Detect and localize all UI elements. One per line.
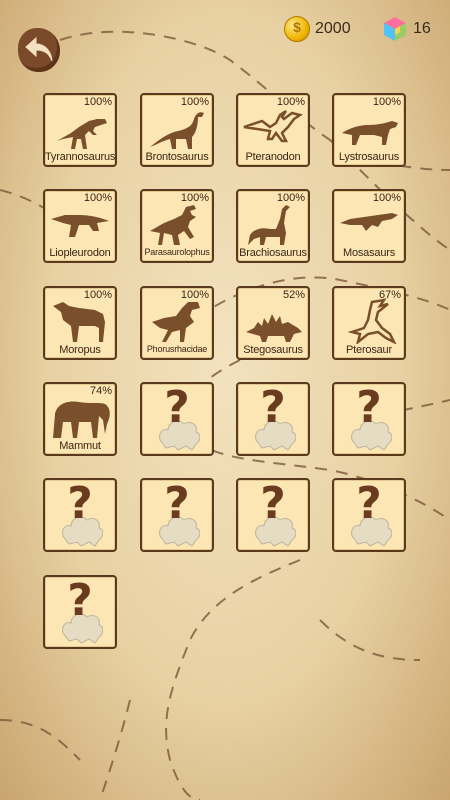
dino-tile-parasaurolophus[interactable]: 100% Parasaurolophus [140, 189, 214, 263]
back-button[interactable] [18, 28, 60, 72]
dino-name: Stegosaurus [243, 344, 303, 356]
locked-dino-tile[interactable]: ? [43, 478, 117, 552]
locked-dino-tile[interactable]: ? [236, 382, 310, 456]
dino-tile-tyrannosaurus[interactable]: 100% Tyrannosaurus [43, 93, 117, 167]
dino-name: Brachiosaurus [239, 247, 307, 259]
locked-dino-tile[interactable]: ? [332, 478, 406, 552]
phorusrhacidae-icon [152, 302, 200, 342]
dino-name: Parasaurolophus [144, 247, 210, 257]
dino-tile-lystrosaurus[interactable]: 100% Lystrosaurus [332, 93, 406, 167]
dino-tile-liopleurodon[interactable]: 100% Liopleurodon [43, 189, 117, 263]
question-mark-icon: ? [260, 478, 286, 529]
mosasaurus-icon [340, 213, 398, 231]
coin-icon: $ [284, 16, 310, 42]
dino-name: Pteranodon [245, 151, 301, 163]
gem-cube-icon [384, 17, 406, 41]
moropus-icon [53, 302, 105, 342]
dino-tile-brontosaurus[interactable]: 100% Brontosaurus [140, 93, 214, 167]
dino-name: Liopleurodon [49, 247, 111, 259]
dino-tile-moropus[interactable]: 100% Moropus [43, 286, 117, 360]
coin-count: 2000 [315, 20, 351, 37]
question-mark-icon: ? [356, 478, 382, 529]
brontosaurus-icon [150, 112, 204, 149]
tyrannosaurus-icon [57, 119, 107, 149]
locked-dino-tile[interactable]: ? [140, 478, 214, 552]
dino-name: Mammut [59, 440, 101, 452]
lystrosaurus-icon [342, 121, 398, 145]
dino-name: Moropus [59, 344, 101, 356]
dino-tile-mosasaurs[interactable]: 100% Mosasaurs [332, 189, 406, 263]
question-mark-icon: ? [67, 478, 93, 529]
question-mark-icon: ? [164, 382, 190, 433]
pteranodon-icon [243, 109, 304, 143]
locked-dino-tile[interactable]: ? [43, 575, 117, 649]
gem-counter: 16 [382, 14, 431, 44]
coin-counter: $ 2000 [284, 14, 351, 44]
parasaurolophus-icon [150, 205, 196, 245]
liopleurodon-icon [51, 215, 109, 237]
question-mark-icon: ? [164, 478, 190, 529]
stegosaurus-icon [246, 314, 302, 342]
locked-dino-tile[interactable]: ? [236, 478, 310, 552]
question-mark-icon: ? [356, 382, 382, 433]
back-arrow-icon [25, 36, 53, 62]
dino-name: Pterosaur [346, 344, 392, 356]
dino-tile-pterosaur[interactable]: 67% Pterosaur [332, 286, 406, 360]
dino-tile-stegosaurus[interactable]: 52% Stegosaurus [236, 286, 310, 360]
question-mark-icon: ? [67, 575, 93, 626]
dino-tile-pteranodon[interactable]: 100% Pteranodon [236, 93, 310, 167]
gem-count: 16 [413, 20, 431, 37]
pterosaur-icon [347, 298, 397, 344]
mammoth-icon [53, 401, 110, 438]
locked-dino-tile[interactable]: ? [140, 382, 214, 456]
dino-name: Phorusrhacidae [146, 344, 208, 354]
dino-name: Mosasaurs [343, 247, 395, 259]
dino-tile-mammut[interactable]: 74% Mammut [43, 382, 117, 456]
dino-tile-phorusrhacidae[interactable]: 100% Phorusrhacidae [140, 286, 214, 360]
brachiosaurus-icon [248, 205, 290, 245]
locked-dino-tile[interactable]: ? [332, 382, 406, 456]
dino-name: Lystrosaurus [338, 151, 400, 163]
dino-name: Brontosaurus [145, 151, 209, 163]
dino-tile-brachiosaurus[interactable]: 100% Brachiosaurus [236, 189, 310, 263]
dino-name: Tyrannosaurus [45, 151, 116, 163]
question-mark-icon: ? [260, 382, 286, 433]
